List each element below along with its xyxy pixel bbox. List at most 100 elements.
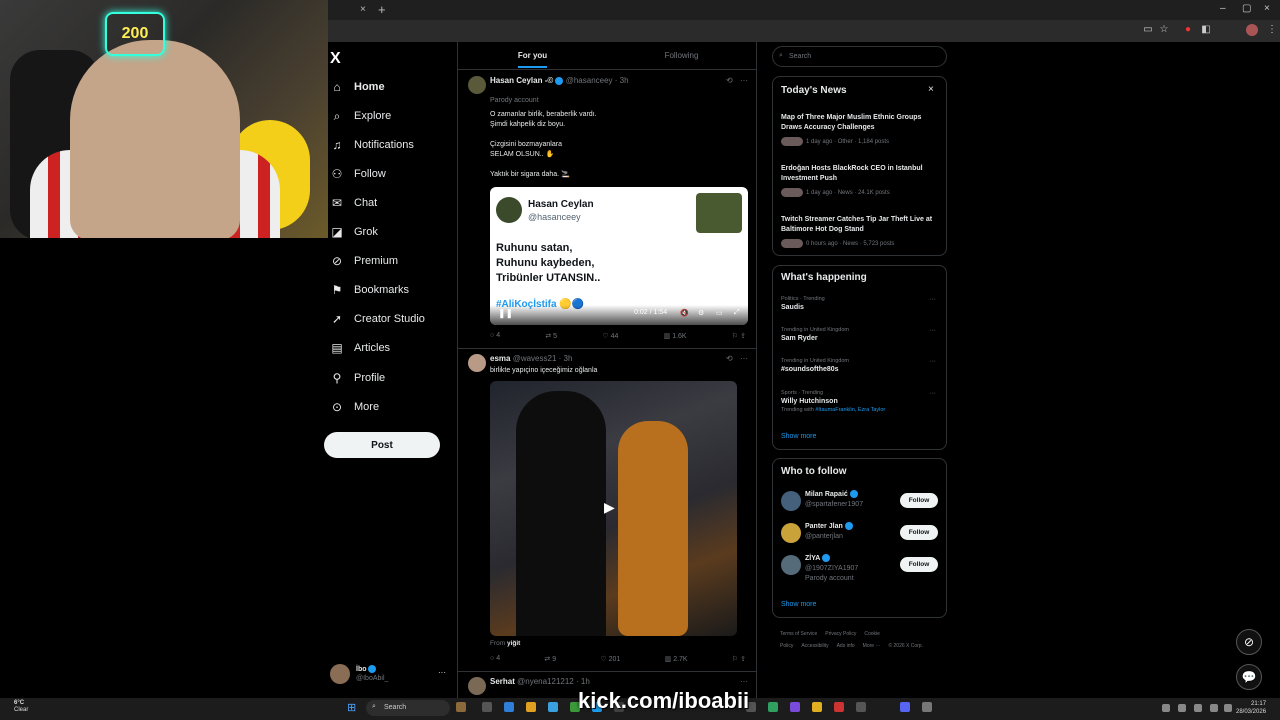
post-button[interactable]: Post (324, 432, 440, 458)
bookmark-button[interactable]: ⚐ ⇪ (732, 332, 746, 340)
explorer-icon[interactable] (526, 702, 536, 712)
grok-icon[interactable]: ⟲ (726, 76, 733, 85)
account-switcher[interactable]: İbo @IboAbil_ (330, 662, 450, 686)
avatar[interactable] (781, 523, 801, 543)
tab-following[interactable]: Following (607, 44, 756, 69)
cast-icon[interactable]: ▭ (1142, 24, 1154, 36)
footer-link[interactable]: Privacy Policy (825, 631, 856, 637)
sidebar-item-grok[interactable]: ◪ Grok (330, 222, 378, 242)
follow-button[interactable]: Follow (900, 525, 938, 540)
repost-button[interactable]: ⇄ 5 (545, 332, 557, 340)
post-author-name[interactable]: Hasan Ceylan -© (490, 76, 553, 85)
post-author-name[interactable]: esma (490, 354, 510, 363)
profile-avatar-icon[interactable] (1246, 24, 1258, 36)
post-author-handle[interactable]: @wavess21 (513, 354, 557, 363)
tab-for-you[interactable]: For you (458, 44, 607, 69)
post-avatar[interactable] (468, 354, 486, 372)
trend-more-icon[interactable]: ··· (929, 390, 936, 397)
footer-link[interactable]: Ads info (837, 643, 855, 649)
close-icon[interactable]: × (928, 84, 934, 95)
extension-icon[interactable]: ● (1182, 24, 1194, 36)
follow-handle[interactable]: @spartafener1907 (805, 500, 863, 510)
follow-name[interactable]: Milan Rapaić (805, 491, 848, 498)
close-tab-icon[interactable]: × (360, 4, 366, 15)
follow-name[interactable]: ZİYA (805, 555, 820, 562)
sidebar-item-explore[interactable]: ⌕ Explore (330, 106, 392, 126)
avatar[interactable] (781, 555, 801, 575)
show-more-link[interactable]: Show more (781, 601, 816, 608)
trend-item[interactable]: Sports · Trending Willy Hutchinson Trendin… (781, 390, 941, 413)
sidebar-item-articles[interactable]: ▤ Articles (330, 338, 390, 358)
like-button[interactable]: ♡ 201 (600, 655, 620, 663)
follow-suggestion[interactable]: ZİYA @1907ZIYA1907 Parody account Follow (781, 553, 941, 582)
address-bar[interactable] (328, 20, 1280, 42)
sidebar-item-premium[interactable]: ⊘ Premium (330, 251, 398, 271)
trend-more-icon[interactable]: ··· (929, 296, 936, 303)
sidebar-item-follow[interactable]: ⚇ Follow (330, 164, 386, 184)
network-icon[interactable] (1178, 704, 1186, 712)
minimize-icon[interactable]: – (1220, 3, 1226, 14)
settings-icon[interactable] (922, 702, 932, 712)
sidebar-item-bookmarks[interactable]: ⚑ Bookmarks (330, 280, 409, 300)
x-logo[interactable]: X (330, 50, 341, 68)
bookmark-button[interactable]: ⚐ ⇪ (732, 655, 746, 663)
browser-menu-icon[interactable]: ⋮ (1266, 24, 1278, 36)
follow-button[interactable]: Follow (900, 557, 938, 572)
views-button[interactable]: ▥ 1.6K (664, 332, 687, 340)
discord-icon[interactable] (900, 702, 910, 712)
post-more-icon[interactable]: ··· (740, 354, 748, 363)
footer-link[interactable]: Terms of Service (780, 631, 817, 637)
like-button[interactable]: ♡ 44 (602, 332, 618, 340)
chat-fab-icon[interactable]: 💬 (1236, 664, 1262, 690)
follow-name[interactable]: Panter Jlan (805, 523, 843, 530)
embedded-video[interactable]: Hasan Ceylan @hasanceey Ruhunu satan, Ru… (490, 187, 748, 325)
news-item[interactable]: Map of Three Major Muslim Ethnic Groups … (781, 113, 941, 146)
widgets-icon[interactable] (456, 702, 466, 712)
follow-suggestion[interactable]: Panter Jlan @panterjlan Follow (781, 521, 941, 549)
follow-handle[interactable]: @1907ZIYA1907 (805, 564, 858, 574)
mic-icon[interactable] (1194, 704, 1202, 712)
folder-icon[interactable] (812, 702, 822, 712)
post-more-icon[interactable]: ··· (740, 677, 748, 686)
account-more-icon[interactable]: ··· (438, 668, 446, 677)
teams-icon[interactable] (790, 702, 800, 712)
sidebar-item-home[interactable]: ⌂ Home (330, 77, 384, 97)
post-time[interactable]: · 3h (615, 76, 629, 85)
sidebar-item-chat[interactable]: ✉ Chat (330, 193, 377, 213)
follow-suggestion[interactable]: Milan Rapaić @spartafener1907 Follow (781, 489, 941, 517)
start-icon[interactable]: ⊞ (347, 701, 356, 714)
post-avatar[interactable] (468, 677, 486, 695)
pip-icon[interactable]: ▭ (716, 309, 723, 317)
post-more-icon[interactable]: ··· (740, 76, 748, 85)
trend-more-icon[interactable]: ··· (929, 327, 936, 334)
avatar[interactable] (781, 491, 801, 511)
search-input[interactable]: ⌕ Search (772, 46, 947, 67)
post-author-handle[interactable]: @nyena121212 (517, 677, 574, 686)
post-video[interactable]: ▶ (490, 381, 737, 636)
post-time[interactable]: · 3h (559, 354, 573, 363)
trend-item[interactable]: Politics · Trending Saudis ··· (781, 296, 941, 311)
sidebar-item-more[interactable]: ⊙ More (330, 397, 379, 417)
post-avatar[interactable] (468, 76, 486, 94)
sidebar-item-notifications[interactable]: ♫ Notifications (330, 135, 414, 155)
post-author-name[interactable]: Serhat (490, 677, 515, 686)
follow-handle[interactable]: @panterjlan (805, 532, 853, 542)
app-icon[interactable] (856, 702, 866, 712)
news-item[interactable]: Erdoğan Hosts BlackRock CEO in Istanbul … (781, 164, 941, 197)
fullscreen-icon[interactable]: ⤢ (734, 309, 740, 317)
taskbar-clock[interactable]: 21:17 28/03/2026 (1236, 700, 1266, 716)
play-icon[interactable]: ▶ (604, 499, 615, 516)
star-icon[interactable]: ☆ (1158, 24, 1170, 36)
tray-chevron-icon[interactable] (1162, 704, 1170, 712)
pause-icon[interactable]: ❚❚ (498, 308, 513, 319)
follow-button[interactable]: Follow (900, 493, 938, 508)
show-more-link[interactable]: Show more (781, 433, 816, 440)
maximize-icon[interactable]: ▢ (1242, 3, 1251, 14)
reply-button[interactable]: ○ 4 (490, 655, 500, 663)
footer-link[interactable]: More ··· (863, 643, 881, 649)
settings-icon[interactable]: ⚙ (698, 309, 704, 317)
store-icon[interactable] (548, 702, 558, 712)
taskbar-search[interactable]: ⌕ Search (366, 700, 450, 716)
reply-button[interactable]: ○ 4 (490, 332, 500, 340)
post-time[interactable]: · 1h (576, 677, 590, 686)
